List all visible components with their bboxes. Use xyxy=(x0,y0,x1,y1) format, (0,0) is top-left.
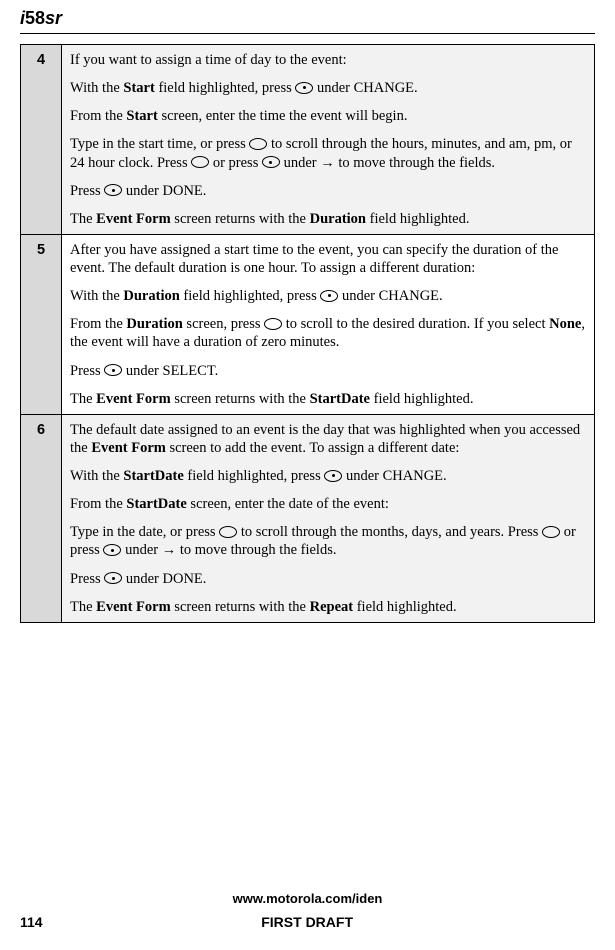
bold-text: Duration xyxy=(123,288,179,304)
model-number: 58 xyxy=(25,8,45,28)
step-paragraph: Type in the date, or press to scroll thr… xyxy=(70,523,586,559)
model-suffix: sr xyxy=(45,8,62,28)
page-footer: www.motorola.com/iden 114 FIRST DRAFT 00… xyxy=(0,891,615,930)
step-number: 4 xyxy=(21,45,62,235)
step-paragraph: The Event Form screen returns with the R… xyxy=(70,598,586,616)
draft-label: FIRST DRAFT xyxy=(261,914,353,930)
bold-text: StartDate xyxy=(123,468,183,484)
bold-text: StartDate xyxy=(126,496,186,512)
step-paragraph: The Event Form screen returns with the S… xyxy=(70,390,586,408)
footer-url: www.motorola.com/iden xyxy=(0,891,615,906)
step-paragraph: The Event Form screen returns with the D… xyxy=(70,210,586,228)
bold-text: Event Form xyxy=(91,440,166,456)
page-number: 114 xyxy=(20,914,43,930)
bold-text: None xyxy=(549,316,581,332)
steps-table: 4 If you want to assign a time of day to … xyxy=(20,44,595,623)
bold-text: Event Form xyxy=(96,211,171,227)
nav-key-icon xyxy=(191,156,209,168)
table-row: 4 If you want to assign a time of day to … xyxy=(21,45,595,235)
step-paragraph: With the Start field highlighted, press … xyxy=(70,79,586,97)
step-paragraph: From the Duration screen, press to scrol… xyxy=(70,315,586,351)
button-key-icon xyxy=(324,470,342,482)
step-content: If you want to assign a time of day to t… xyxy=(62,45,595,235)
step-paragraph: If you want to assign a time of day to t… xyxy=(70,51,586,69)
nav-key-icon xyxy=(542,526,560,538)
step-paragraph: Press under DONE. xyxy=(70,570,586,588)
bold-text: Event Form xyxy=(96,391,171,407)
step-content: After you have assigned a start time to … xyxy=(62,234,595,414)
step-paragraph: Press under SELECT. xyxy=(70,362,586,380)
step-number: 5 xyxy=(21,234,62,414)
nav-key-icon xyxy=(249,138,267,150)
step-content: The default date assigned to an event is… xyxy=(62,414,595,622)
step-paragraph: After you have assigned a start time to … xyxy=(70,241,586,277)
bold-text: Duration xyxy=(310,211,366,227)
arrow-right-icon: → xyxy=(320,155,335,171)
table-row: 5After you have assigned a start time to… xyxy=(21,234,595,414)
table-row: 6The default date assigned to an event i… xyxy=(21,414,595,622)
button-key-icon xyxy=(262,156,280,168)
button-key-icon xyxy=(104,572,122,584)
nav-key-icon xyxy=(264,318,282,330)
nav-key-icon xyxy=(219,526,237,538)
button-key-icon xyxy=(320,290,338,302)
step-paragraph: With the StartDate field highlighted, pr… xyxy=(70,467,586,485)
step-paragraph: The default date assigned to an event is… xyxy=(70,421,586,457)
button-key-icon xyxy=(103,544,121,556)
button-key-icon xyxy=(295,82,313,94)
bold-text: Event Form xyxy=(96,599,171,615)
step-paragraph: From the StartDate screen, enter the dat… xyxy=(70,495,586,513)
step-paragraph: From the Start screen, enter the time th… xyxy=(70,107,586,125)
page-header: i58sr xyxy=(0,0,615,33)
step-number: 6 xyxy=(21,414,62,622)
button-key-icon xyxy=(104,184,122,196)
arrow-right-icon: → xyxy=(162,542,177,558)
header-divider xyxy=(20,33,595,34)
bold-text: Duration xyxy=(126,316,182,332)
bold-text: Start xyxy=(126,108,157,124)
bold-text: Repeat xyxy=(310,599,354,615)
button-key-icon xyxy=(104,364,122,376)
bold-text: StartDate xyxy=(310,391,370,407)
bold-text: Start xyxy=(123,80,154,96)
step-paragraph: Press under DONE. xyxy=(70,182,586,200)
step-paragraph: Type in the start time, or press to scro… xyxy=(70,135,586,171)
step-paragraph: With the Duration field highlighted, pre… xyxy=(70,287,586,305)
